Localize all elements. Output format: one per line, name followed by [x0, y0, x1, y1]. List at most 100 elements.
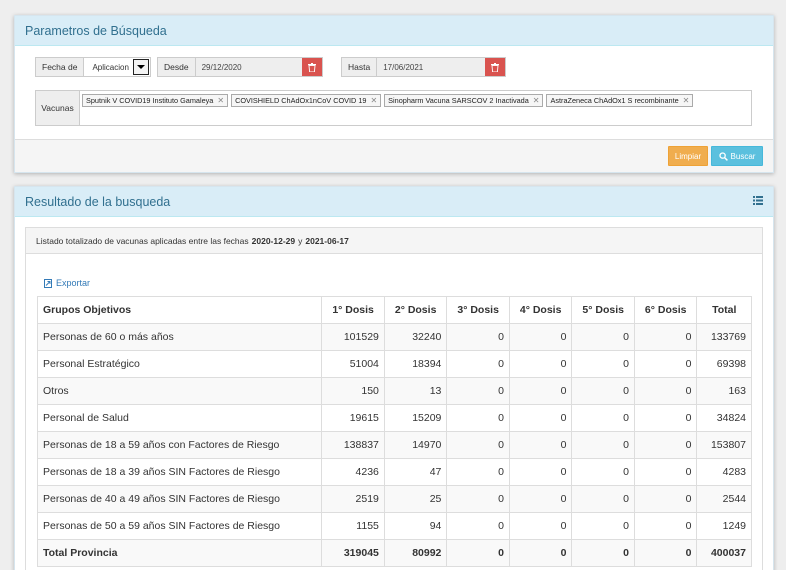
group-name-cell: Personal de Salud: [36, 404, 323, 432]
results-panel: Resultado de la busqueda Listado totaliz…: [14, 186, 774, 570]
search-icon: [718, 151, 728, 161]
dose-count-cell: 0: [508, 539, 573, 567]
dose-count-cell: 0: [571, 377, 635, 405]
table-row: Personal Estratégico 51004 18394 0 0 0 0 69398: [36, 350, 752, 378]
dose-count-cell: 25: [383, 485, 448, 513]
group-name-cell: Personas de 18 a 59 años con Factores de…: [36, 431, 323, 459]
column-header[interactable]: 6° Dosis: [633, 296, 698, 324]
vacuna-chip-label: AstraZeneca ChAdOx1 S recombinante: [550, 96, 679, 105]
dose-count-cell: 69398: [696, 350, 752, 378]
remove-chip-icon[interactable]: ✕: [217, 96, 224, 105]
dose-count-cell: 0: [508, 404, 573, 432]
dose-count-cell: 0: [508, 350, 573, 378]
dose-count-cell: 0: [633, 377, 698, 405]
search-actions-bar: Limpiar Buscar: [15, 139, 773, 172]
dose-count-cell: 0: [508, 458, 573, 486]
column-header[interactable]: Total: [696, 296, 752, 324]
dose-count-cell: 0: [446, 512, 510, 540]
dose-count-cell: 0: [571, 404, 635, 432]
remove-chip-icon[interactable]: ✕: [683, 96, 690, 105]
remove-chip-icon[interactable]: ✕: [533, 96, 540, 105]
column-header[interactable]: 2° Dosis: [383, 296, 448, 324]
limpiar-label: Limpiar: [674, 151, 702, 161]
dose-count-cell: 1155: [321, 512, 385, 540]
group-name-cell: Total Provincia: [36, 539, 323, 567]
hasta-date-input[interactable]: 17/06/2021: [377, 58, 486, 76]
vacunas-group: Vacunas Sputnik V COVID19 Instituto Gama…: [35, 90, 752, 126]
group-name-cell: Personas de 50 a 59 años SIN Factores de…: [36, 512, 323, 540]
dose-count-cell: 0: [633, 512, 698, 540]
dose-count-cell: 0: [571, 323, 635, 351]
dose-count-cell: 0: [446, 377, 510, 405]
fecha-de-value: Aplicacion: [92, 62, 129, 72]
dose-count-cell: 0: [446, 404, 510, 432]
export-link[interactable]: Exportar: [44, 278, 90, 288]
results-table: Grupos Objetivos 1° Dosis 2° Dosis 3° Do…: [36, 296, 752, 567]
dose-count-cell: 0: [571, 512, 635, 540]
dose-count-cell: 1249: [696, 512, 752, 540]
vacunas-multiselect[interactable]: Sputnik V COVID19 Instituto Gamaleya ✕ CO…: [80, 91, 695, 125]
table-row: Otros 150 13 0 0 0 0 163: [36, 377, 752, 405]
results-inner-panel: Listado totalizado de vacunas aplicadas …: [25, 227, 763, 570]
vacuna-chip-label: COVISHIELD ChAdOx1nCoV COVID 19: [235, 96, 367, 105]
dose-count-cell: 0: [508, 323, 573, 351]
fecha-de-group: Fecha de Aplicacion: [35, 57, 152, 77]
dose-count-cell: 0: [571, 458, 635, 486]
dose-count-cell: 0: [571, 539, 635, 567]
group-name-cell: Personas de 18 a 39 años SIN Factores de…: [36, 458, 323, 486]
dose-count-cell: 0: [633, 458, 698, 486]
dose-count-cell: 0: [633, 539, 698, 567]
search-params-panel: Parametros de Búsqueda Fecha de Aplicaci…: [14, 15, 774, 173]
dose-count-cell: 0: [508, 377, 573, 405]
search-params-heading: Parametros de Búsqueda: [15, 16, 773, 46]
results-summary: Listado totalizado de vacunas aplicadas …: [26, 228, 762, 254]
dose-count-cell: 0: [446, 458, 510, 486]
list-icon[interactable]: [753, 196, 763, 205]
vacuna-chip-label: Sputnik V COVID19 Instituto Gamaleya: [86, 96, 214, 105]
dose-count-cell: 0: [508, 431, 573, 459]
remove-chip-icon[interactable]: ✕: [370, 96, 377, 105]
desde-label: Desde: [158, 58, 196, 76]
dose-count-cell: 400037: [696, 539, 752, 567]
hasta-clear-button[interactable]: [485, 58, 506, 76]
column-header[interactable]: 4° Dosis: [508, 296, 573, 324]
table-row: Personas de 18 a 59 años con Factores de…: [36, 431, 752, 459]
dose-count-cell: 0: [633, 431, 698, 459]
limpiar-button[interactable]: Limpiar: [668, 146, 708, 166]
desde-date-input[interactable]: 29/12/2020: [195, 58, 302, 76]
vacuna-chip: COVISHIELD ChAdOx1nCoV COVID 19 ✕: [231, 94, 382, 107]
column-header[interactable]: 5° Dosis: [571, 296, 635, 324]
column-header[interactable]: 1° Dosis: [321, 296, 385, 324]
vacuna-chip: AstraZeneca ChAdOx1 S recombinante ✕: [546, 94, 694, 107]
trash-icon: [307, 62, 316, 72]
dose-count-cell: 2519: [321, 485, 385, 513]
dose-count-cell: 15209: [383, 404, 448, 432]
fecha-de-select[interactable]: Aplicacion: [84, 58, 151, 76]
dose-count-cell: 0: [508, 512, 573, 540]
summary-and: y: [298, 235, 303, 246]
group-name-cell: Otros: [36, 377, 323, 405]
column-header[interactable]: Grupos Objetivos: [36, 296, 323, 324]
buscar-button[interactable]: Buscar: [711, 146, 763, 166]
chevron-down-icon[interactable]: [133, 59, 150, 75]
dose-count-cell: 0: [633, 404, 698, 432]
column-header[interactable]: 3° Dosis: [446, 296, 510, 324]
results-title: Resultado de la busqueda: [25, 194, 171, 209]
file-export-icon: [44, 278, 52, 288]
dose-count-cell: 0: [633, 485, 698, 513]
dose-count-cell: 80992: [383, 539, 448, 567]
summary-date-from: 2020-12-29: [251, 235, 296, 246]
dose-count-cell: 4283: [696, 458, 752, 486]
dose-count-cell: 0: [571, 350, 635, 378]
export-label: Exportar: [56, 278, 91, 288]
desde-clear-button[interactable]: [301, 58, 322, 76]
dose-count-cell: 0: [446, 323, 510, 351]
dose-count-cell: 2544: [696, 485, 752, 513]
dose-count-cell: 34824: [696, 404, 752, 432]
table-row: Personas de 60 o más años 101529 32240 0 0 0 0…: [36, 323, 752, 351]
table-total-row: Total Provincia 319045 80992 0 0 0 0 400037: [36, 539, 752, 567]
table-row: Personal de Salud 19615 15209 0 0 0 0 34824: [36, 404, 752, 432]
vacuna-chip-label: Sinopharm Vacuna SARSCOV 2 Inactivada: [388, 96, 529, 105]
dose-count-cell: 0: [446, 485, 510, 513]
dose-count-cell: 47: [383, 458, 448, 486]
